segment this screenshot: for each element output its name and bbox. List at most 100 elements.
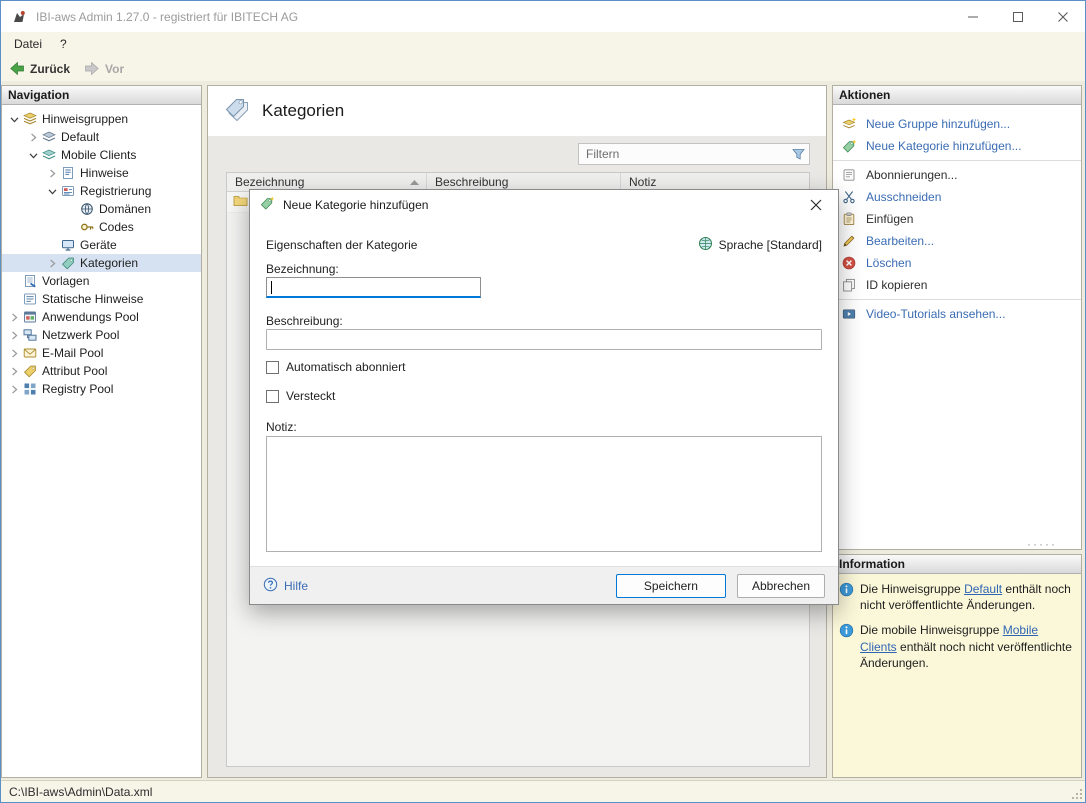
tree-item-codes[interactable]: Codes — [2, 218, 201, 236]
action-video-tutorials-ansehen[interactable]: Video-Tutorials ansehen... — [833, 303, 1081, 325]
app-logo-icon — [11, 9, 27, 25]
maximize-button[interactable] — [995, 1, 1040, 32]
menubar: Datei ? — [1, 32, 1085, 56]
info-message: Die Hinweisgruppe Default enthält noch n… — [839, 581, 1075, 613]
actions-separator — [833, 160, 1081, 161]
new-category-tag-icon — [260, 196, 275, 214]
help-link[interactable]: Hilfe — [263, 577, 308, 595]
filter-input[interactable] — [579, 147, 791, 161]
codes-icon — [80, 220, 96, 234]
info-link-default[interactable]: Default — [964, 582, 1002, 596]
action-l-schen[interactable]: Löschen — [833, 252, 1081, 274]
tree-item-label: Registry Pool — [42, 382, 113, 396]
menu-help[interactable]: ? — [51, 34, 76, 54]
beschreibung-input[interactable] — [266, 329, 822, 350]
chevron-down-icon[interactable] — [8, 115, 20, 124]
chevron-down-icon[interactable] — [27, 151, 39, 160]
chevron-right-icon[interactable] — [8, 331, 20, 340]
navigation-header: Navigation — [2, 86, 201, 105]
tree-item-anwendungs-pool[interactable]: Anwendungs Pool — [2, 308, 201, 326]
domains-icon — [80, 202, 96, 216]
chevron-right-icon[interactable] — [8, 349, 20, 358]
action-label: Neue Gruppe hinzufügen... — [866, 117, 1010, 131]
chevron-right-icon[interactable] — [8, 313, 20, 322]
forward-label: Vor — [105, 62, 124, 76]
tree-item-label: Kategorien — [80, 256, 138, 270]
chevron-right-icon[interactable] — [46, 259, 58, 268]
action-einf-gen[interactable]: Einfügen — [833, 208, 1081, 230]
section-label: Eigenschaften der Kategorie — [266, 238, 417, 252]
information-panel: Information Die Hinweisgruppe Default en… — [832, 554, 1082, 778]
toolbar: Zurück Vor — [1, 56, 1085, 81]
notice-groups-icon — [23, 112, 39, 126]
action-abonnierungen[interactable]: Abonnierungen... — [833, 164, 1081, 186]
tree-item-statische-hinweise[interactable]: Statische Hinweise — [2, 290, 201, 308]
resize-grip-icon[interactable] — [1070, 787, 1083, 800]
auto-subscribed-checkbox[interactable] — [266, 361, 279, 374]
versteckt-checkbox[interactable] — [266, 390, 279, 403]
action-id-kopieren[interactable]: ID kopieren — [833, 274, 1081, 296]
action-bearbeiten[interactable]: Bearbeiten... — [833, 230, 1081, 252]
filter-icon[interactable] — [791, 147, 806, 161]
tree-item-registry-pool[interactable]: Registry Pool — [2, 380, 201, 398]
menu-datei[interactable]: Datei — [5, 34, 51, 54]
nav-tree: HinweisgruppenDefaultMobile ClientsHinwe… — [2, 105, 201, 398]
action-label: Neue Kategorie hinzufügen... — [866, 139, 1021, 153]
tree-item-default[interactable]: Default — [2, 128, 201, 146]
tree-item-label: Domänen — [99, 202, 151, 216]
forward-button[interactable]: Vor — [84, 61, 124, 76]
bezeichnung-label: Bezeichnung: — [266, 262, 339, 276]
bezeichnung-input[interactable] — [266, 277, 481, 298]
info-message-text: Die Hinweisgruppe Default enthält noch n… — [860, 581, 1075, 613]
info-link-mobile-clients[interactable]: Mobile Clients — [860, 623, 1038, 653]
tree-item-mobile-clients[interactable]: Mobile Clients — [2, 146, 201, 164]
tree-item-registrierung[interactable]: Registrierung — [2, 182, 201, 200]
minimize-button[interactable] — [950, 1, 995, 32]
dialog-header: Neue Kategorie hinzufügen — [250, 190, 838, 220]
action-neue-kategorie-hinzuf-gen[interactable]: Neue Kategorie hinzufügen... — [833, 135, 1081, 157]
statusbar: C:\IBI-aws\Admin\Data.xml — [1, 780, 1085, 802]
tree-item-attribut-pool[interactable]: Attribut Pool — [2, 362, 201, 380]
dialog-toprow: Eigenschaften der Kategorie Sprache [Sta… — [266, 236, 822, 254]
tree-item-vorlagen[interactable]: Vorlagen — [2, 272, 201, 290]
cancel-button[interactable]: Abbrechen — [737, 574, 825, 598]
notiz-textarea[interactable] — [266, 436, 822, 552]
window-controls — [950, 1, 1085, 32]
language-selector[interactable]: Sprache [Standard] — [698, 236, 822, 254]
help-label: Hilfe — [284, 579, 308, 593]
chevron-down-icon[interactable] — [46, 187, 58, 196]
back-arrow-icon — [9, 61, 25, 76]
tree-item-label: Netzwerk Pool — [42, 328, 119, 342]
chevron-right-icon[interactable] — [27, 133, 39, 142]
tree-item-e-mail-pool[interactable]: E-Mail Pool — [2, 344, 201, 362]
navigation-panel: Navigation HinweisgruppenDefaultMobile C… — [1, 85, 202, 778]
tree-item-hinweisgruppen[interactable]: Hinweisgruppen — [2, 110, 201, 128]
tree-item-ger-te[interactable]: Geräte — [2, 236, 201, 254]
information-header: Information — [833, 555, 1081, 574]
notiz-label: Notiz: — [266, 420, 297, 434]
auto-subscribed-row: Automatisch abonniert — [266, 360, 405, 374]
close-button[interactable] — [1040, 1, 1085, 32]
action-label: Bearbeiten... — [866, 234, 934, 248]
panel-splitter-dots[interactable]: ····· — [1027, 540, 1057, 548]
tree-item-hinweise[interactable]: Hinweise — [2, 164, 201, 182]
tree-item-kategorien[interactable]: Kategorien — [2, 254, 201, 272]
dialog-close-button[interactable] — [804, 193, 828, 217]
action-neue-gruppe-hinzuf-gen[interactable]: Neue Gruppe hinzufügen... — [833, 113, 1081, 135]
subscriptions-icon — [841, 168, 857, 182]
chevron-right-icon[interactable] — [46, 169, 58, 178]
action-label: Abonnierungen... — [866, 168, 957, 182]
edit-icon — [841, 234, 857, 248]
actions-list: Neue Gruppe hinzufügen... Neue Kategorie … — [833, 105, 1081, 325]
window-title: IBI-aws Admin 1.27.0 - registriert für I… — [36, 10, 298, 24]
save-button[interactable]: Speichern — [616, 574, 726, 598]
mobile-group-icon — [42, 148, 58, 162]
chevron-right-icon[interactable] — [8, 385, 20, 394]
action-ausschneiden[interactable]: Ausschneiden — [833, 186, 1081, 208]
back-button[interactable]: Zurück — [9, 61, 70, 76]
chevron-right-icon[interactable] — [8, 367, 20, 376]
dialog-body: Eigenschaften der Kategorie Sprache [Sta… — [250, 220, 838, 568]
tree-item-dom-nen[interactable]: Domänen — [2, 200, 201, 218]
attribute-pool-icon — [23, 364, 39, 378]
tree-item-netzwerk-pool[interactable]: Netzwerk Pool — [2, 326, 201, 344]
